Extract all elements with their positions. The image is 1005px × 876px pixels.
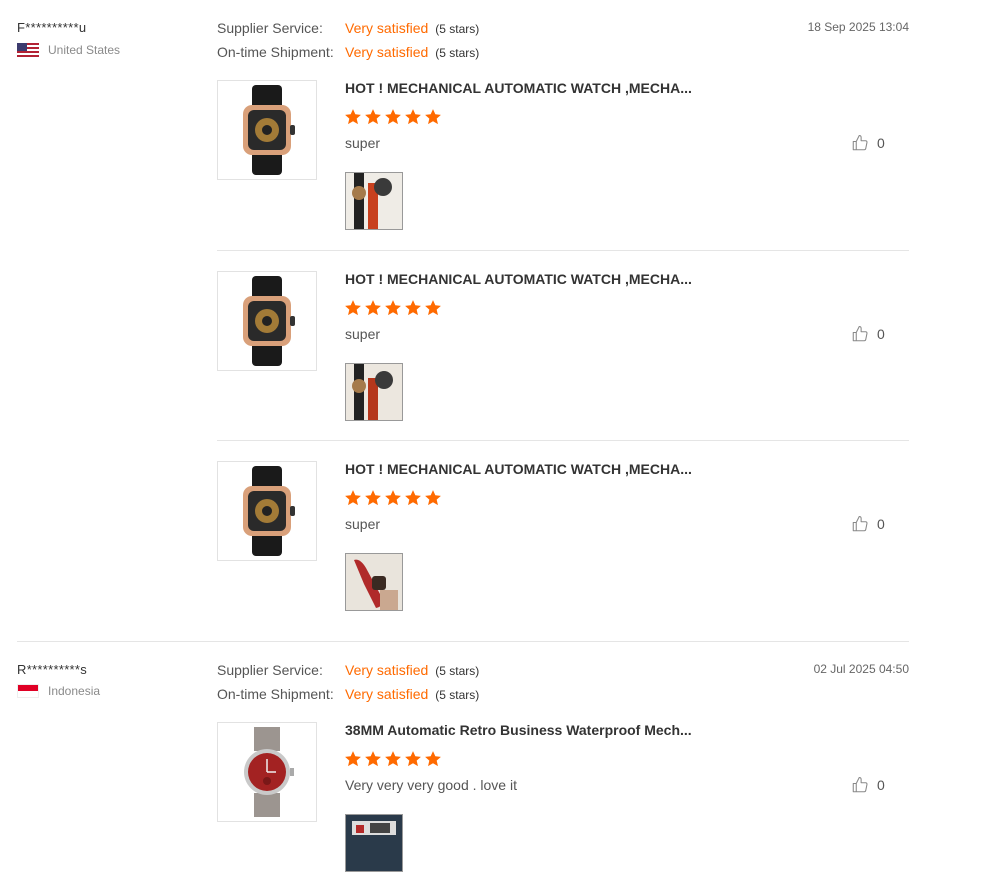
star-icon [425, 751, 441, 767]
watch-image [244, 727, 294, 817]
supplier-service-rating: Supplier Service: Very satisfied (5 stars) [217, 662, 479, 678]
rating-label: Supplier Service: [217, 662, 323, 678]
product-thumbnail[interactable] [217, 80, 317, 180]
flag-us-icon [17, 43, 39, 57]
review-photo[interactable] [345, 363, 403, 421]
rating-value: Very satisfied [345, 20, 429, 36]
product-thumbnail[interactable] [217, 722, 317, 822]
rating-stars-count: (5 stars) [435, 688, 480, 702]
review-item: HOT ! MECHANICAL AUTOMATIC WATCH ,MECHA.… [217, 461, 909, 611]
star-icon [425, 109, 441, 125]
country-label: Indonesia [48, 684, 101, 698]
review-text: super [345, 135, 381, 151]
review-date: 18 Sep 2025 13:04 [807, 20, 909, 34]
product-thumbnail[interactable] [217, 461, 317, 561]
review-photo[interactable] [345, 553, 403, 611]
star-icon [385, 300, 401, 316]
thumbs-up-icon [852, 325, 868, 342]
flag-id-icon [17, 684, 39, 698]
review-photo[interactable] [345, 172, 403, 230]
like-count: 0 [877, 135, 885, 151]
review-item: 38MM Automatic Retro Business Waterproof… [217, 722, 909, 872]
rating-stars-count: (5 stars) [435, 664, 480, 678]
item-rating [344, 489, 442, 507]
review-photo[interactable] [345, 814, 403, 872]
supplier-service-rating: Supplier Service: Very satisfied (5 stars) [217, 20, 479, 36]
product-title[interactable]: 38MM Automatic Retro Business Waterproof… [345, 722, 692, 738]
rating-stars-count: (5 stars) [435, 22, 480, 36]
like-button[interactable]: 0 [851, 776, 885, 794]
item-rating [344, 108, 442, 126]
rating-value: Very satisfied [345, 44, 429, 60]
like-count: 0 [877, 516, 885, 532]
rating-stars-count: (5 stars) [435, 46, 480, 60]
item-rating [344, 299, 442, 317]
buyer-name: F**********u [17, 20, 87, 35]
rating-label: On-time Shipment: [217, 686, 334, 702]
watch-image [243, 276, 295, 366]
star-icon [345, 490, 361, 506]
star-icon [345, 109, 361, 125]
like-button[interactable]: 0 [851, 515, 885, 533]
country-label: United States [48, 43, 121, 57]
star-icon [405, 109, 421, 125]
rating-label: Supplier Service: [217, 20, 323, 36]
like-button[interactable]: 0 [851, 134, 885, 152]
review-divider [17, 641, 909, 642]
review-item: HOT ! MECHANICAL AUTOMATIC WATCH ,MECHA.… [217, 271, 909, 421]
review-item: HOT ! MECHANICAL AUTOMATIC WATCH ,MECHA.… [217, 80, 909, 230]
review-photo-image [346, 364, 402, 420]
star-icon [365, 490, 381, 506]
review-text: Very very very good . love it [345, 777, 517, 793]
watch-image [243, 466, 295, 556]
buyer-country: Indonesia [17, 684, 100, 698]
product-title[interactable]: HOT ! MECHANICAL AUTOMATIC WATCH ,MECHA.… [345, 461, 692, 477]
item-divider [217, 440, 909, 441]
review-photo-image [346, 815, 402, 871]
like-button[interactable]: 0 [851, 325, 885, 343]
star-icon [345, 300, 361, 316]
thumbs-up-icon [852, 776, 868, 793]
like-count: 0 [877, 326, 885, 342]
like-count: 0 [877, 777, 885, 793]
review: F**********u United States Supplier Serv… [17, 20, 909, 640]
star-icon [425, 300, 441, 316]
shipment-rating: On-time Shipment: Very satisfied (5 stars) [217, 44, 479, 60]
product-thumbnail[interactable] [217, 271, 317, 371]
review-text: super [345, 516, 381, 532]
shipment-rating: On-time Shipment: Very satisfied (5 stars) [217, 686, 479, 702]
review: R**********s Indonesia Supplier Service:… [17, 662, 909, 872]
star-icon [385, 490, 401, 506]
review-photo-image [346, 554, 402, 610]
item-rating [344, 750, 442, 768]
watch-image [243, 85, 295, 175]
star-icon [365, 751, 381, 767]
buyer-name: R**********s [17, 662, 88, 677]
star-icon [345, 751, 361, 767]
rating-label: On-time Shipment: [217, 44, 334, 60]
star-icon [365, 300, 381, 316]
buyer-country: United States [17, 43, 120, 57]
star-icon [365, 109, 381, 125]
product-title[interactable]: HOT ! MECHANICAL AUTOMATIC WATCH ,MECHA.… [345, 271, 692, 287]
review-text: super [345, 326, 381, 342]
review-date: 02 Jul 2025 04:50 [813, 662, 909, 676]
star-icon [385, 751, 401, 767]
review-photo-image [346, 173, 402, 229]
rating-value: Very satisfied [345, 686, 429, 702]
star-icon [405, 300, 421, 316]
product-title[interactable]: HOT ! MECHANICAL AUTOMATIC WATCH ,MECHA.… [345, 80, 692, 96]
rating-value: Very satisfied [345, 662, 429, 678]
star-icon [425, 490, 441, 506]
thumbs-up-icon [852, 134, 868, 151]
star-icon [405, 751, 421, 767]
star-icon [385, 109, 401, 125]
star-icon [405, 490, 421, 506]
thumbs-up-icon [852, 515, 868, 532]
item-divider [217, 250, 909, 251]
